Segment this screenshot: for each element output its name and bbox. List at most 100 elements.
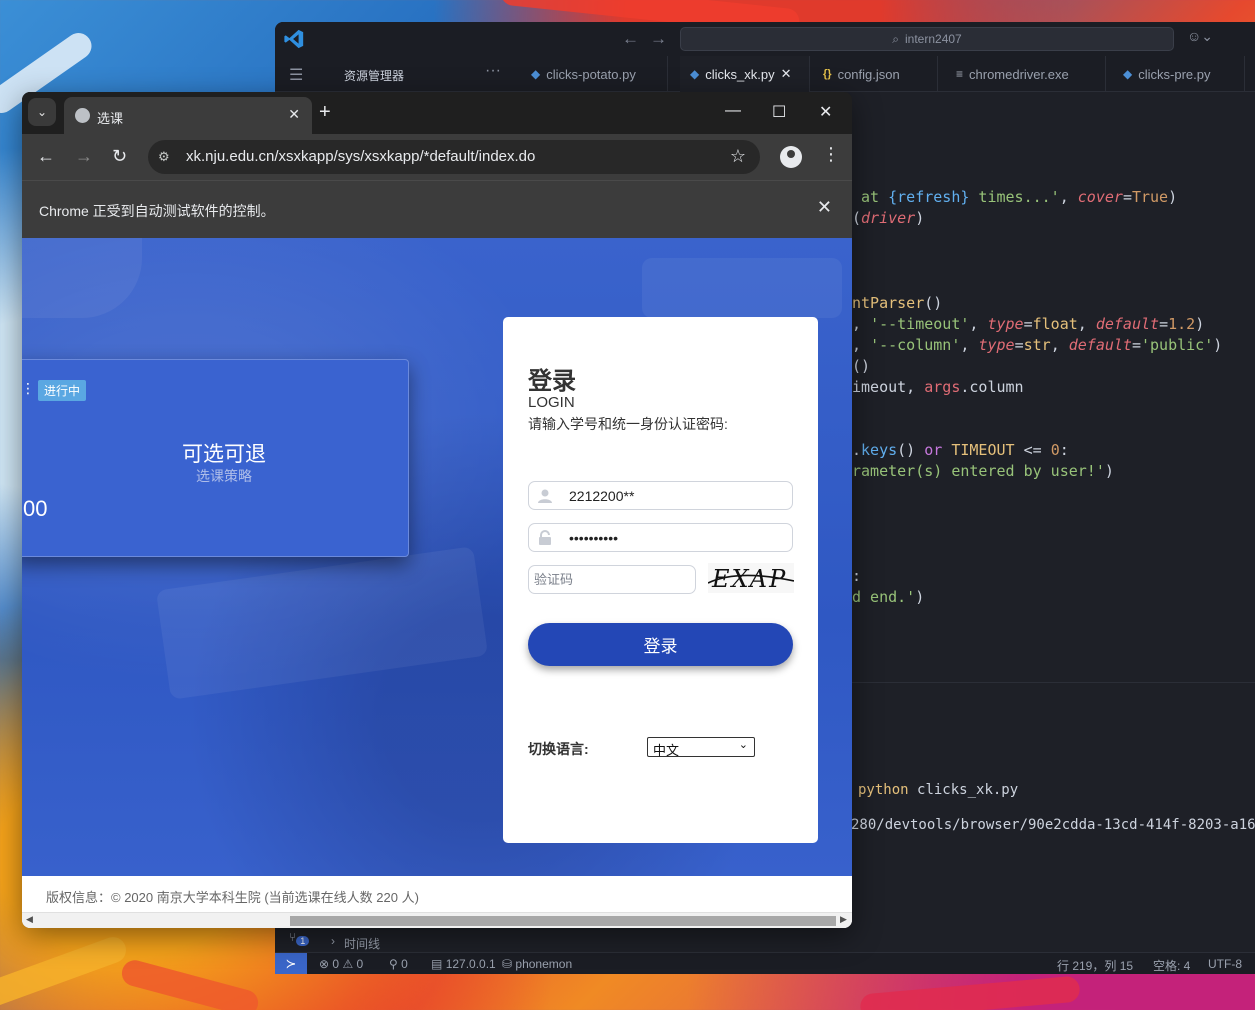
infobar-text: Chrome 正受到自动测试软件的控制。 bbox=[39, 203, 275, 219]
tab-search-chevron-icon[interactable]: ⌄ bbox=[28, 98, 56, 126]
close-icon[interactable]: ✕ bbox=[781, 66, 792, 82]
ports-status[interactable]: ⚲ 0 bbox=[389, 957, 408, 971]
language-value: 中文 bbox=[653, 743, 680, 758]
maximize-icon[interactable]: ☐ bbox=[772, 102, 786, 122]
code-line: , '--column', type=str, default='public'… bbox=[852, 336, 1223, 354]
env-status[interactable]: ⛁ phonemon bbox=[502, 957, 572, 971]
tab-clicks-potato[interactable]: ◆ clicks-potato.py bbox=[521, 56, 668, 92]
scroll-right-icon[interactable]: ▶ bbox=[840, 914, 847, 925]
close-tab-icon[interactable]: ✕ bbox=[288, 106, 300, 123]
bookmark-star-icon[interactable]: ☆ bbox=[730, 146, 746, 167]
python-icon: ◆ bbox=[1123, 67, 1133, 81]
username-field[interactable]: 2212200** bbox=[528, 481, 793, 510]
address-bar[interactable]: ⚙ xk.nju.edu.cn/xsxkapp/sys/xsxkapp/*def… bbox=[148, 140, 760, 174]
error-icon: ⊗ bbox=[319, 957, 330, 971]
forward-icon[interactable]: → bbox=[75, 146, 93, 167]
menu-icon[interactable]: ☰ bbox=[289, 65, 303, 85]
tab-config-json[interactable]: {} config.json bbox=[813, 56, 938, 92]
remote-icon[interactable]: ≻ bbox=[275, 953, 307, 974]
copyright-text: 版权信息：© 2020 南京大学本科生院 (当前选课在线人数 220 人) bbox=[46, 890, 419, 905]
tab-clicks-pre[interactable]: ◆ clicks-pre.py bbox=[1113, 56, 1245, 92]
cursor-position[interactable]: 行 219，列 15 bbox=[1057, 957, 1133, 974]
vscode-logo-icon bbox=[284, 29, 304, 49]
problems-status[interactable]: ⊗ 0 ⚠ 0 bbox=[319, 957, 363, 971]
page-footer: 版权信息：© 2020 南京大学本科生院 (当前选课在线人数 220 人) bbox=[22, 876, 852, 912]
reload-icon[interactable]: ↻ bbox=[112, 146, 127, 167]
back-arrow-icon[interactable]: ← bbox=[622, 29, 639, 49]
code-line: d end.') bbox=[852, 588, 925, 606]
site-settings-icon[interactable]: ⚙ bbox=[158, 149, 170, 165]
login-panel: 登录 LOGIN 请输入学号和统一身份认证密码: 2212200** •••••… bbox=[503, 317, 818, 843]
code-line: ntParser() bbox=[852, 294, 943, 312]
chrome-toolbar: ← → ↻ ⚙ xk.nju.edu.cn/xsxkapp/sys/xsxkap… bbox=[22, 134, 852, 180]
code-line: (driver) bbox=[852, 209, 925, 227]
timeline-section[interactable]: ⑂ 1 › 时间线 bbox=[275, 930, 1255, 952]
tab-chromedriver[interactable]: ≡ chromedriver.exe bbox=[946, 56, 1106, 92]
scrollbar-thumb[interactable] bbox=[290, 916, 836, 926]
minimize-icon[interactable]: — bbox=[725, 102, 741, 120]
profile-avatar-icon[interactable] bbox=[780, 146, 802, 168]
page-content: ⋮ 进行中 可选可退 选课策略 00 登录 LOGIN 请输入学号和统一身份认证… bbox=[22, 238, 852, 928]
more-actions-icon[interactable]: ··· bbox=[485, 62, 501, 80]
captcha-image[interactable]: EXAP bbox=[708, 563, 794, 593]
lock-icon bbox=[539, 530, 551, 545]
card-title: 可选可退 bbox=[182, 443, 266, 466]
json-icon: {} bbox=[823, 68, 832, 80]
username-value: 2212200** bbox=[569, 488, 635, 504]
close-window-icon[interactable]: ✕ bbox=[819, 102, 832, 122]
wallpaper-stripe bbox=[119, 957, 261, 1010]
background-keyboard-shape bbox=[155, 546, 489, 700]
globe-icon bbox=[75, 108, 90, 123]
tab-label: config.json bbox=[837, 66, 900, 82]
tab-label: chromedriver.exe bbox=[969, 66, 1069, 82]
status-badge: 进行中 bbox=[38, 380, 87, 401]
code-line: () bbox=[852, 357, 871, 375]
wallpaper-stripe bbox=[859, 975, 1081, 1010]
encoding-status[interactable]: UTF-8 bbox=[1208, 957, 1242, 971]
tab-label: clicks_xk.py bbox=[705, 66, 775, 82]
panel-divider bbox=[850, 682, 1255, 683]
tab-title: 选课 bbox=[97, 111, 124, 126]
terminal-line: python clicks_xk.py bbox=[858, 782, 1019, 798]
automation-infobar: Chrome 正受到自动测试软件的控制。 ✕ bbox=[22, 180, 852, 238]
copilot-icon[interactable]: ☺⌄ bbox=[1187, 28, 1213, 45]
captcha-field[interactable] bbox=[528, 565, 696, 594]
more-menu-icon[interactable]: ⋮ bbox=[822, 144, 840, 165]
horizontal-scrollbar[interactable]: ◀ ▶ bbox=[22, 912, 852, 928]
chrome-tabbar: ⌄ 选课 ✕ + — ☐ ✕ bbox=[22, 92, 852, 134]
vscode-titlebar: ← → ⌕ intern2407 ☺⌄ bbox=[275, 22, 1255, 56]
source-control-icon[interactable]: ⑂ 1 bbox=[289, 930, 310, 947]
close-infobar-icon[interactable]: ✕ bbox=[817, 197, 832, 218]
new-tab-icon[interactable]: + bbox=[319, 101, 331, 124]
indentation-status[interactable]: 空格: 4 bbox=[1153, 957, 1190, 974]
tab-clicks-xk[interactable]: ◆ clicks_xk.py ✕ bbox=[680, 56, 810, 92]
scroll-left-icon[interactable]: ◀ bbox=[26, 914, 33, 925]
code-line: : bbox=[852, 567, 862, 585]
status-bar: ≻ ⊗ 0 ⚠ 0 ⚲ 0 ▤ 127.0.0.1 ⛁ phonemon 行 2… bbox=[275, 952, 1255, 974]
code-line: at {refresh} times...', cover=True) bbox=[861, 188, 1178, 206]
explorer-title: 资源管理器 bbox=[344, 69, 405, 83]
python-icon: ◆ bbox=[690, 67, 700, 81]
tab-xuanke[interactable]: 选课 ✕ bbox=[64, 97, 312, 134]
password-field[interactable]: •••••••••• bbox=[528, 523, 793, 552]
exe-icon: ≡ bbox=[956, 67, 964, 81]
course-batch-card[interactable]: ⋮ 进行中 可选可退 选课策略 00 bbox=[22, 359, 409, 557]
host-status[interactable]: ▤ 127.0.0.1 bbox=[431, 957, 496, 971]
timeline-label: 时间线 bbox=[344, 937, 381, 951]
language-select[interactable]: 中文 ⌄ bbox=[647, 737, 755, 758]
search-text: intern2407 bbox=[905, 32, 962, 46]
database-icon: ⛁ bbox=[502, 957, 513, 971]
forward-arrow-icon[interactable]: → bbox=[650, 29, 667, 49]
captcha-input[interactable] bbox=[534, 572, 684, 587]
card-number: 00 bbox=[23, 496, 48, 521]
login-prompt: 请输入学号和统一身份认证密码: bbox=[528, 416, 728, 432]
code-line: , '--timeout', type=float, default=1.2) bbox=[852, 315, 1205, 333]
tab-label: clicks-pre.py bbox=[1138, 66, 1211, 82]
login-button[interactable]: 登录 bbox=[528, 623, 793, 666]
login-subtitle: LOGIN bbox=[528, 394, 575, 411]
back-icon[interactable]: ← bbox=[37, 146, 55, 167]
chevron-right-icon: › bbox=[331, 934, 335, 948]
login-title: 登录 bbox=[528, 368, 576, 395]
code-line: rameter(s) entered by user!') bbox=[852, 462, 1114, 480]
command-center-search[interactable]: ⌕ intern2407 bbox=[680, 27, 1174, 51]
